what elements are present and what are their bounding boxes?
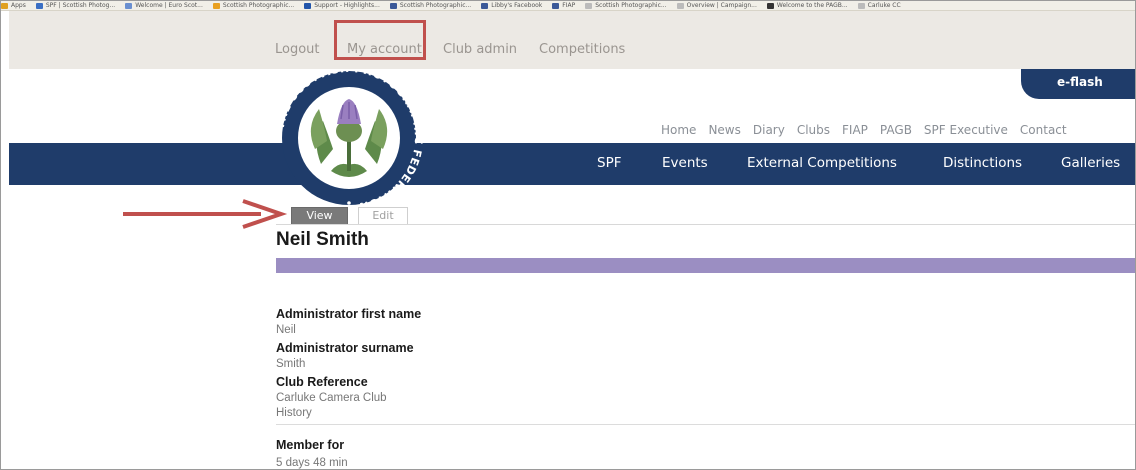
bookmark-item[interactable]: Support - Highlights... xyxy=(304,1,380,10)
field-label-club-reference: Club Reference xyxy=(276,375,368,389)
top-nav: Home News Diary Clubs FIAP PAGB SPF Executive C… xyxy=(661,123,1079,137)
bookmark-favicon-icon xyxy=(766,2,774,9)
bookmark-favicon-icon xyxy=(1,2,8,9)
spf-logo[interactable]: THE SCOTTISH PHOTOGRAPHIC FEDERATION xyxy=(271,69,427,207)
bookmark-favicon-icon xyxy=(481,2,489,9)
bookmark-item[interactable]: Libby's Facebook xyxy=(481,1,542,10)
bookmark-favicon-icon xyxy=(35,2,43,9)
bookmark-item[interactable]: Welcome | Euro Scot... xyxy=(125,1,203,10)
bookmark-item[interactable]: FIAP xyxy=(552,1,575,10)
bookmark-favicon-icon xyxy=(125,2,133,9)
bookmark-label: SPF | Scottish Photog... xyxy=(45,2,116,9)
nav-spf[interactable]: SPF xyxy=(597,155,621,171)
bookmark-item[interactable]: SPF | Scottish Photog... xyxy=(35,1,116,10)
bookmark-label: Scottish Photographic... xyxy=(595,2,667,9)
bookmark-favicon-icon xyxy=(857,2,865,9)
member-for-value: 5 days 48 min xyxy=(276,457,348,469)
nav-events[interactable]: Events xyxy=(662,155,708,171)
top-nav-fiap[interactable]: FIAP xyxy=(842,123,868,137)
top-nav-diary[interactable]: Diary xyxy=(753,123,785,137)
bookmark-label: Overview | Campaign... xyxy=(686,2,757,9)
logout-link[interactable]: Logout xyxy=(275,42,320,57)
field-value-club-reference[interactable]: Carluke Camera Club xyxy=(276,392,387,404)
eflash-tab[interactable]: e-flash xyxy=(1021,69,1135,99)
bookmark-label: Scottish Photographic... xyxy=(222,2,295,9)
nav-distinctions[interactable]: Distinctions xyxy=(943,155,1022,171)
competitions-link[interactable]: Competitions xyxy=(539,42,625,57)
bookmark-label: Welcome | Euro Scot... xyxy=(135,2,203,9)
admin-bar: Logout My account Club admin Competition… xyxy=(9,11,1135,69)
red-arrow-icon xyxy=(123,199,288,229)
page-title: Neil Smith xyxy=(276,229,369,250)
bookmark-label: Libby's Facebook xyxy=(491,2,543,9)
top-nav-pagb[interactable]: PAGB xyxy=(880,123,912,137)
bookmark-label: Scottish Photographic... xyxy=(399,2,472,9)
bookmark-favicon-icon xyxy=(389,2,397,9)
nav-galleries[interactable]: Galleries xyxy=(1061,155,1120,171)
bookmark-favicon-icon xyxy=(304,2,312,9)
history-divider xyxy=(276,424,1135,425)
bookmark-item[interactable]: Scottish Photographic... xyxy=(585,1,667,10)
bookmark-favicon-icon xyxy=(212,2,220,9)
bookmark-item[interactable]: Carluke CC xyxy=(857,1,901,10)
history-heading: History xyxy=(276,407,312,419)
field-label-first-name: Administrator first name xyxy=(276,307,422,321)
field-value-surname: Smith xyxy=(276,358,306,370)
bookmark-favicon-icon xyxy=(676,2,684,9)
bookmark-item[interactable]: Scottish Photographic... xyxy=(389,1,472,10)
top-nav-clubs[interactable]: Clubs xyxy=(797,123,830,137)
bookmark-label: Welcome to the PAGB... xyxy=(776,2,848,9)
top-nav-home[interactable]: Home xyxy=(661,123,696,137)
top-nav-contact[interactable]: Contact xyxy=(1020,123,1067,137)
bookmark-favicon-icon xyxy=(585,2,593,9)
field-value-first-name: Neil xyxy=(276,324,296,336)
top-nav-news[interactable]: News xyxy=(708,123,740,137)
tab-view[interactable]: View xyxy=(291,207,348,225)
tab-edit[interactable]: Edit xyxy=(358,207,408,225)
bookmark-item[interactable]: Welcome to the PAGB... xyxy=(766,1,848,10)
bookmark-item[interactable]: Scottish Photographic... xyxy=(212,1,295,10)
title-accent-bar xyxy=(276,258,1135,273)
screenshot-frame: Apps SPF | Scottish Photog... Welcome | Eu… xyxy=(0,0,1136,470)
tab-divider xyxy=(276,224,1135,225)
top-nav-spf-executive[interactable]: SPF Executive xyxy=(924,123,1008,137)
field-label-surname: Administrator surname xyxy=(276,341,414,355)
eflash-label: e-flash xyxy=(1057,75,1103,89)
bookmark-label: Carluke CC xyxy=(867,2,901,9)
bookmark-label: FIAP xyxy=(562,2,576,9)
bookmark-item[interactable]: Overview | Campaign... xyxy=(676,1,757,10)
bookmark-favicon-icon xyxy=(552,2,560,9)
bookmark-label: Support - Highlights... xyxy=(314,2,380,9)
my-account-highlight xyxy=(334,20,426,60)
nav-external-competitions[interactable]: External Competitions xyxy=(747,155,897,171)
member-for-label: Member for xyxy=(276,438,345,452)
bookmarks-bar: Apps SPF | Scottish Photog... Welcome | Eu… xyxy=(1,1,1135,11)
main-nav: SPF Events External Competitions Distinc… xyxy=(9,143,1135,185)
bookmark-item[interactable]: Apps xyxy=(1,1,26,10)
club-admin-link[interactable]: Club admin xyxy=(443,42,517,57)
bookmark-label: Apps xyxy=(11,2,26,9)
